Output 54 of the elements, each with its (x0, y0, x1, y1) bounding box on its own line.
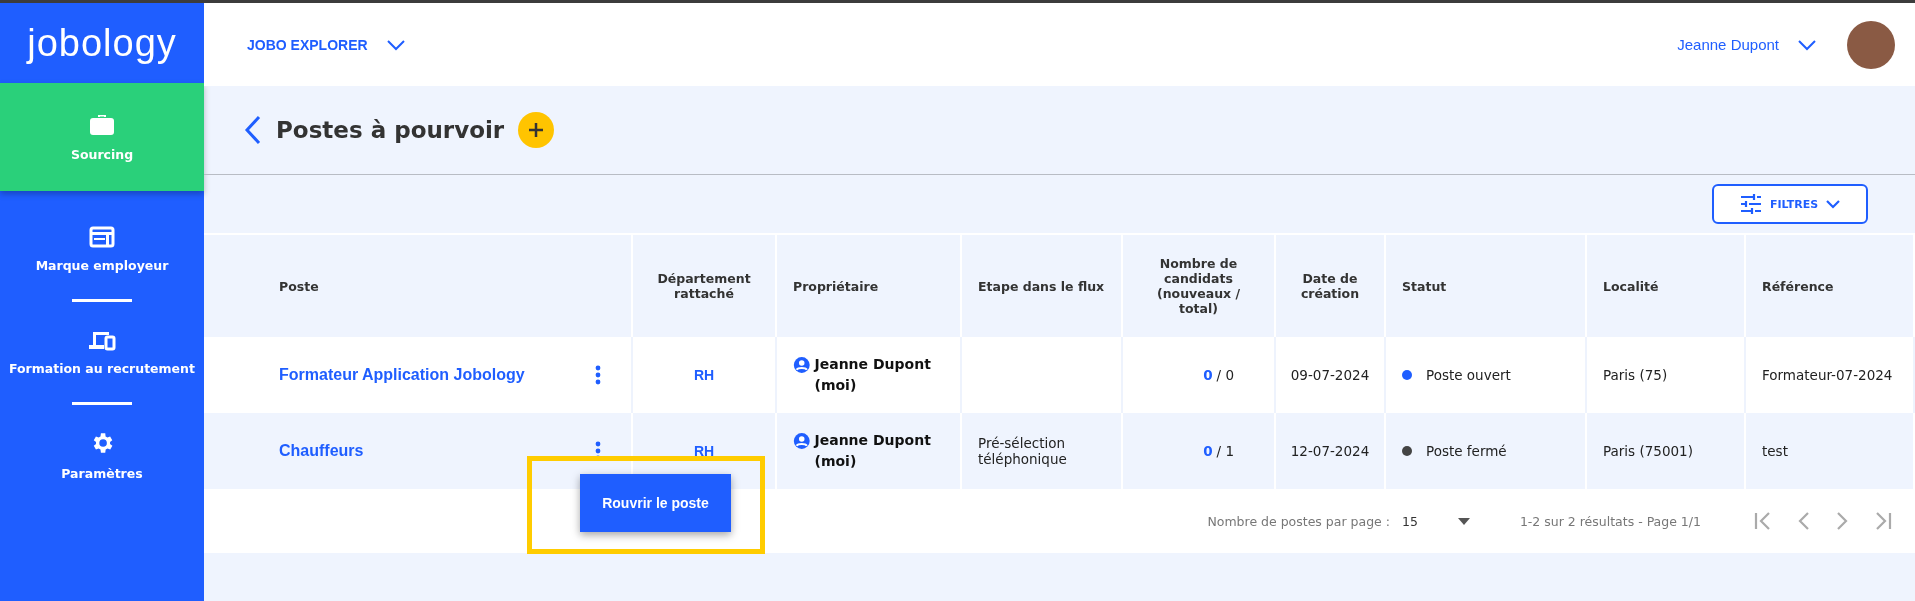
browser-window-icon (89, 225, 115, 248)
table-cell: RH (693, 443, 715, 459)
table-cell: / 0 (1216, 367, 1234, 383)
user-icon (793, 430, 811, 452)
column-header: Date de création (1276, 233, 1386, 337)
sidebar-item[interactable]: Formation au recrutement (0, 304, 204, 400)
more-options-icon[interactable] (595, 365, 601, 385)
app-logo: jobology (25, 20, 178, 66)
plus-icon (528, 122, 545, 138)
column-header: Propriétaire (777, 233, 962, 337)
job-title-link[interactable]: Chauffeurs (279, 442, 364, 460)
sidebar-item[interactable]: Paramètres (0, 407, 204, 503)
per-page-select[interactable]: 15 (1389, 513, 1520, 529)
new-candidates-count[interactable]: 0 (1203, 367, 1213, 383)
briefcase-icon (89, 112, 115, 137)
per-page-label: Nombre de postes par page : (1207, 513, 1390, 529)
table-cell-text: Pré-sélection téléphonique (978, 435, 1068, 467)
table-cell: Poste fermé (1426, 443, 1507, 459)
table-cell: 09-07-2024 (1290, 367, 1370, 383)
reopen-job-menu-item[interactable]: Rouvrir le poste (580, 474, 731, 532)
table-cell: Poste ouvert (1426, 367, 1511, 383)
sliders-icon (1739, 194, 1762, 214)
job-title-link[interactable]: Formateur Application Jobology (279, 366, 525, 384)
table-cell: test (1762, 443, 1788, 459)
column-header: Département rattaché (633, 233, 777, 337)
page-title: Postes à pourvoir (276, 117, 505, 143)
column-header: Statut (1386, 233, 1587, 337)
table-cell: 12-07-2024 (1290, 443, 1370, 459)
column-header: Poste (204, 233, 633, 337)
new-candidates-count[interactable]: 0 (1203, 443, 1213, 459)
column-header: Référence (1746, 233, 1915, 337)
workspace-dropdown[interactable]: JOBO EXPLORER (247, 36, 406, 53)
back-icon[interactable] (244, 115, 262, 145)
user-avatar[interactable] (1847, 20, 1895, 69)
user-icon (793, 354, 811, 376)
user-menu[interactable]: Jeanne Dupont (1677, 36, 1817, 53)
chevron-down-icon (1797, 38, 1817, 51)
column-header: Nombre de candidats (nouveaux / total) (1123, 233, 1276, 337)
column-header: Etape dans le flux (962, 233, 1123, 337)
table-cell: Formateur-07-2024 (1762, 367, 1893, 383)
filters-button[interactable]: FILTRES (1712, 184, 1868, 224)
column-header: Localité (1587, 233, 1746, 337)
chevron-down-icon (1826, 199, 1841, 209)
sidebar-item[interactable]: Marque employeur (0, 201, 204, 297)
table-cell: Paris (75001) (1603, 443, 1693, 459)
results-range: 1-2 sur 2 résultats - Page 1/1 (1519, 513, 1701, 529)
add-button[interactable] (518, 112, 555, 148)
table-cell: RH (693, 367, 715, 383)
table-cell: / 1 (1216, 443, 1234, 459)
chevron-down-icon (385, 38, 406, 51)
owner-name: Jeanne Dupont (moi) (814, 355, 932, 395)
owner-name: Jeanne Dupont (moi) (814, 431, 932, 471)
dropdown-triangle-icon (1457, 517, 1470, 525)
table-cell: Paris (75) (1603, 367, 1668, 383)
